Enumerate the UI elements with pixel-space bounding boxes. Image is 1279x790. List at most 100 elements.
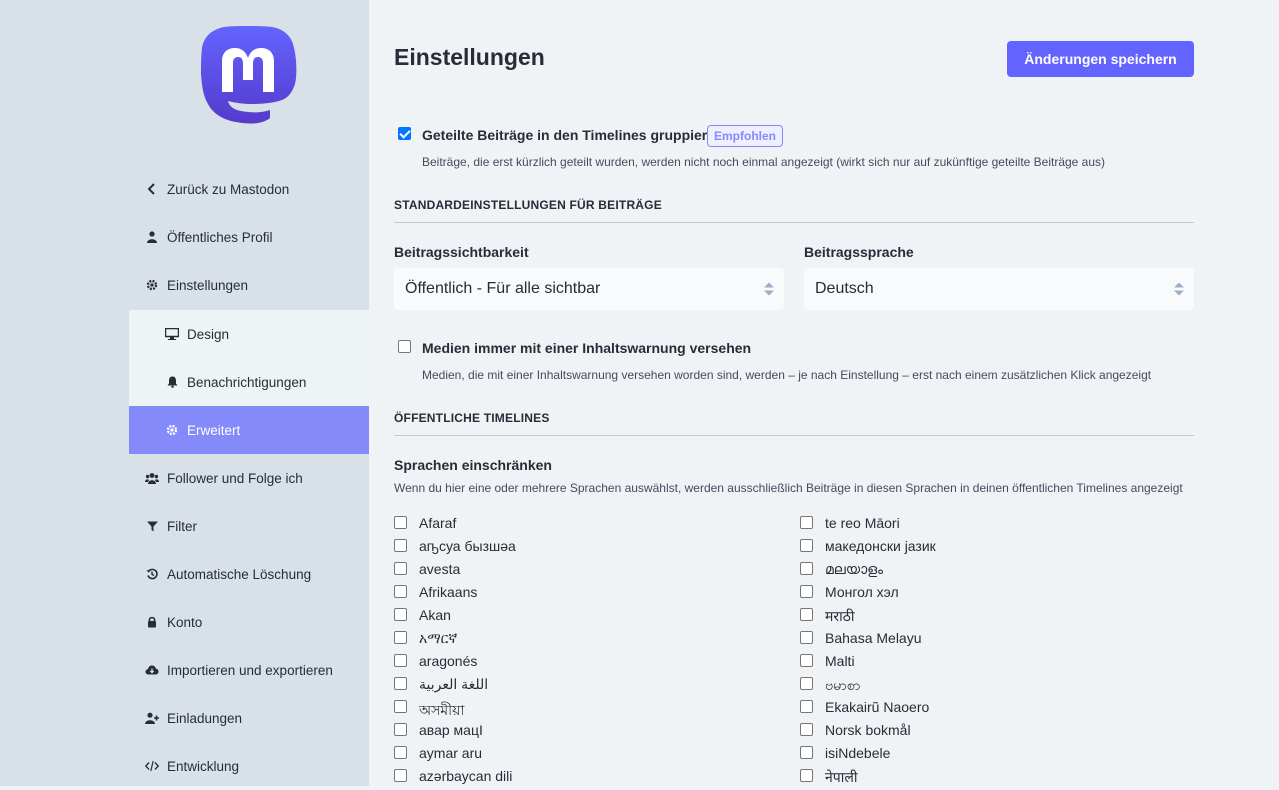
language-checkbox[interactable] bbox=[394, 769, 407, 782]
language-select[interactable]: Deutsch bbox=[804, 268, 1194, 310]
language-label[interactable]: Монгол хэл bbox=[825, 584, 899, 600]
history-icon bbox=[145, 567, 159, 581]
nav-back-to-mastodon[interactable]: Zurück zu Mastodon bbox=[129, 165, 369, 213]
nav-label: Importieren und exportieren bbox=[167, 662, 333, 678]
language-checkbox[interactable] bbox=[394, 539, 407, 552]
language-label[interactable]: македонски јазик bbox=[825, 538, 936, 554]
nav-label: Öffentliches Profil bbox=[167, 229, 273, 245]
language-checkbox[interactable] bbox=[800, 654, 813, 667]
nav-auto-delete[interactable]: Automatische Löschung bbox=[129, 550, 369, 598]
nav-public-profile[interactable]: Öffentliches Profil bbox=[129, 213, 369, 261]
save-button[interactable]: Änderungen speichern bbox=[1007, 41, 1194, 77]
language-checkbox[interactable] bbox=[394, 562, 407, 575]
language-label[interactable]: Akan bbox=[419, 607, 451, 623]
language-label[interactable]: नेपाली bbox=[825, 768, 857, 787]
visibility-select[interactable]: Öffentlich - Für alle sichtbar bbox=[394, 268, 784, 310]
language-label[interactable]: azərbaycan dili bbox=[419, 768, 512, 784]
public-timelines-heading: ÖFFENTLICHE TIMELINES bbox=[394, 411, 550, 425]
language-label[interactable]: Afaraf bbox=[419, 515, 456, 531]
language-checkbox[interactable] bbox=[800, 723, 813, 736]
nav-invites[interactable]: Einladungen bbox=[129, 694, 369, 742]
group-reblogs-hint: Beiträge, die erst kürzlich geteilt wurd… bbox=[422, 155, 1106, 169]
visibility-value: Öffentlich - Für alle sichtbar bbox=[405, 280, 601, 297]
language-label[interactable]: Afrikaans bbox=[419, 584, 477, 600]
desktop-icon bbox=[165, 327, 179, 341]
nav-notifications[interactable]: Benachrichtigungen bbox=[129, 358, 369, 406]
language-label[interactable]: ဗမာစာ bbox=[825, 676, 860, 697]
language-label[interactable]: Ekakairũ Naoero bbox=[825, 699, 929, 715]
nav-development[interactable]: Entwicklung bbox=[129, 742, 369, 790]
recommended-badge: Empfohlen bbox=[707, 125, 783, 147]
language-checkbox[interactable] bbox=[800, 516, 813, 529]
user-plus-icon bbox=[145, 711, 159, 725]
language-label[interactable]: অসমীয়া bbox=[419, 699, 464, 723]
cloud-download-icon bbox=[145, 663, 159, 677]
language-label[interactable]: മലയാളം bbox=[825, 561, 883, 578]
language-checkbox[interactable] bbox=[394, 700, 407, 713]
nav-relationships[interactable]: Follower und Folge ich bbox=[129, 454, 369, 502]
sensitive-media-label[interactable]: Medien immer mit einer Inhaltswarnung ve… bbox=[422, 340, 751, 356]
language-checkbox[interactable] bbox=[800, 608, 813, 621]
language-label[interactable]: አማርኛ bbox=[419, 630, 457, 647]
gear-icon bbox=[165, 423, 179, 437]
language-label[interactable]: Bahasa Melayu bbox=[825, 630, 922, 646]
language-checkbox[interactable] bbox=[394, 631, 407, 644]
nav-label: Automatische Löschung bbox=[167, 566, 312, 582]
nav-label: Einstellungen bbox=[167, 277, 249, 293]
filter-icon bbox=[145, 519, 159, 533]
language-checkbox[interactable] bbox=[800, 539, 813, 552]
language-checkbox[interactable] bbox=[800, 700, 813, 713]
language-label[interactable]: isiNdebele bbox=[825, 745, 890, 761]
visibility-label: Beitragssichtbarkeit bbox=[394, 244, 529, 260]
language-checkbox[interactable] bbox=[800, 562, 813, 575]
sensitive-media-hint: Medien, die mit einer Inhaltswarnung ver… bbox=[422, 368, 1152, 382]
language-checkbox[interactable] bbox=[394, 723, 407, 736]
posting-defaults-heading: STANDARDEINSTELLUNGEN FÜR BEITRÄGE bbox=[394, 198, 662, 212]
language-checkbox[interactable] bbox=[394, 585, 407, 598]
language-checkbox[interactable] bbox=[394, 746, 407, 759]
language-label[interactable]: Norsk bokmål bbox=[825, 722, 911, 738]
language-value: Deutsch bbox=[815, 280, 874, 297]
divider bbox=[394, 435, 1194, 436]
group-reblogs-label[interactable]: Geteilte Beiträge in den Timelines grupp… bbox=[422, 127, 724, 143]
language-checkbox[interactable] bbox=[800, 746, 813, 759]
user-icon bbox=[145, 230, 159, 244]
language-label[interactable]: Malti bbox=[825, 653, 855, 669]
sensitive-media-checkbox[interactable] bbox=[398, 340, 411, 353]
chevron-left-icon bbox=[145, 182, 159, 196]
language-label[interactable]: aymar aru bbox=[419, 745, 482, 761]
gear-icon bbox=[145, 278, 159, 292]
languages-filter-hint: Wenn du hier eine oder mehrere Sprachen … bbox=[394, 481, 1183, 495]
nav-account[interactable]: Konto bbox=[129, 598, 369, 646]
language-label[interactable]: اللغة العربية bbox=[419, 676, 488, 693]
nav-settings[interactable]: Einstellungen bbox=[129, 261, 369, 309]
page-title: Einstellungen bbox=[394, 44, 545, 70]
nav-label: Zurück zu Mastodon bbox=[167, 181, 290, 197]
language-checkbox[interactable] bbox=[800, 677, 813, 690]
nav-advanced[interactable]: Erweitert bbox=[129, 406, 369, 454]
language-checkbox[interactable] bbox=[394, 608, 407, 621]
language-label[interactable]: te reo Māori bbox=[825, 515, 900, 531]
language-checkbox[interactable] bbox=[394, 654, 407, 667]
language-label[interactable]: аҧсуа бызшәа bbox=[419, 538, 516, 554]
language-checkbox[interactable] bbox=[394, 516, 407, 529]
nav-label: Einladungen bbox=[167, 710, 243, 726]
language-checkbox[interactable] bbox=[800, 585, 813, 598]
language-label[interactable]: aragonés bbox=[419, 653, 477, 669]
lock-icon bbox=[145, 615, 159, 629]
language-label[interactable]: авар мацӀ bbox=[419, 722, 483, 738]
nav-label: Konto bbox=[167, 614, 203, 630]
nav-design[interactable]: Design bbox=[129, 310, 369, 358]
nav-label: Benachrichtigungen bbox=[187, 374, 307, 390]
nav-label: Follower und Folge ich bbox=[167, 470, 303, 486]
language-checkbox[interactable] bbox=[394, 677, 407, 690]
group-reblogs-checkbox[interactable] bbox=[398, 127, 411, 140]
bell-icon bbox=[165, 375, 179, 389]
language-checkbox[interactable] bbox=[800, 769, 813, 782]
language-label[interactable]: मराठी bbox=[825, 607, 854, 626]
language-label[interactable]: avesta bbox=[419, 561, 460, 577]
language-checkbox[interactable] bbox=[800, 631, 813, 644]
mastodon-logo[interactable] bbox=[200, 26, 297, 127]
nav-filters[interactable]: Filter bbox=[129, 502, 369, 550]
nav-import-export[interactable]: Importieren und exportieren bbox=[129, 646, 369, 694]
